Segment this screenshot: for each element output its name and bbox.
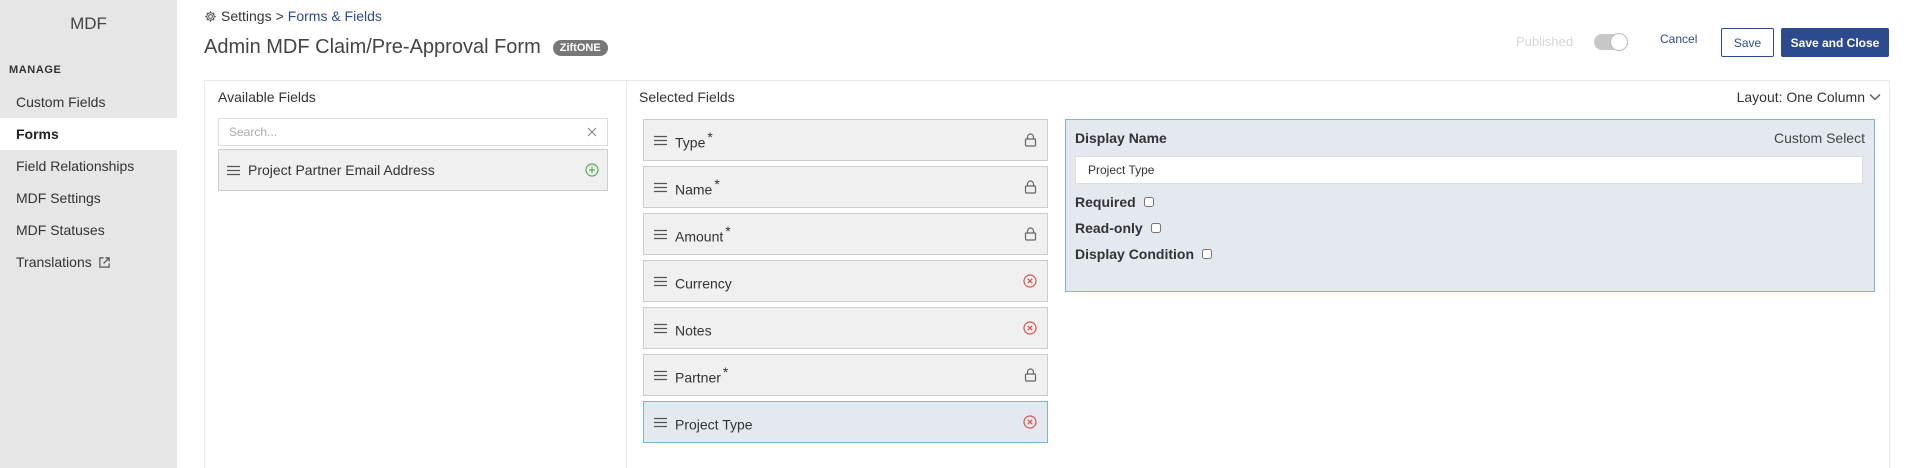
display-name-input[interactable] xyxy=(1075,156,1863,184)
breadcrumb-separator: > xyxy=(275,8,284,24)
field-name: Type xyxy=(675,134,706,151)
remove-icon[interactable] xyxy=(1023,274,1037,288)
display-condition-option: Display Condition xyxy=(1075,245,1865,262)
selected-field-type[interactable]: Type * xyxy=(643,119,1048,161)
selected-field-label: Notes xyxy=(675,317,1023,339)
field-name: Project Type xyxy=(675,416,753,433)
field-name: Name xyxy=(675,181,713,198)
selected-field-project-type[interactable]: Project Type xyxy=(643,401,1048,443)
published-label: Published xyxy=(1516,34,1574,49)
drag-handle-icon[interactable] xyxy=(227,165,240,176)
sidebar-section-manage: MANAGE xyxy=(9,64,62,76)
available-field-label: Project Partner Email Address xyxy=(248,162,435,178)
sidebar-item-label: MDF Settings xyxy=(16,190,101,206)
lock-icon xyxy=(1024,133,1037,147)
readonly-label: Read-only xyxy=(1075,219,1143,236)
display-condition-label: Display Condition xyxy=(1075,245,1194,262)
app-title: MDF xyxy=(70,14,107,33)
selected-fields-list: Type * Name * Amount * Currency Notes Pa… xyxy=(643,119,1048,448)
field-type-label: Custom Select xyxy=(1773,130,1865,146)
lock-icon xyxy=(1024,368,1037,382)
selected-field-label: Project Type xyxy=(675,411,1023,433)
sidebar-item-label: Custom Fields xyxy=(16,94,106,110)
sidebar-item-translations[interactable]: Translations xyxy=(0,246,177,278)
required-asterisk: * xyxy=(725,223,731,240)
breadcrumb-current[interactable]: Forms & Fields xyxy=(288,8,382,24)
field-detail-panel: Display Name Custom Select Required Read… xyxy=(1065,119,1875,292)
required-option: Required xyxy=(1075,193,1865,210)
field-name: Currency xyxy=(675,275,732,292)
selected-field-name[interactable]: Name * xyxy=(643,166,1048,208)
available-field-item[interactable]: Project Partner Email Address xyxy=(218,149,608,191)
search-input[interactable] xyxy=(229,125,587,139)
save-and-close-button[interactable]: Save and Close xyxy=(1781,28,1889,57)
sidebar-item-label: Field Relationships xyxy=(16,158,135,174)
drag-handle-icon[interactable] xyxy=(654,323,667,334)
sidebar-item-label: Forms xyxy=(16,126,59,142)
remove-icon[interactable] xyxy=(1023,415,1037,429)
required-asterisk: * xyxy=(722,364,729,381)
selected-field-label: Type * xyxy=(675,129,1024,151)
sidebar: MDF MANAGE Custom Fields Forms Field Rel… xyxy=(0,0,177,468)
breadcrumb-root[interactable]: Settings xyxy=(221,8,272,24)
required-checkbox[interactable] xyxy=(1143,196,1154,207)
ziftone-badge: ZiftONE xyxy=(552,39,608,56)
search-box xyxy=(218,118,608,146)
sidebar-item-forms[interactable]: Forms xyxy=(0,118,177,150)
selected-field-label: Partner * xyxy=(675,364,1024,386)
selected-field-notes[interactable]: Notes xyxy=(643,307,1048,349)
remove-icon[interactable] xyxy=(1023,321,1037,335)
selected-field-partner[interactable]: Partner * xyxy=(643,354,1048,396)
chevron-down-icon xyxy=(1869,93,1881,101)
sidebar-item-label: MDF Statuses xyxy=(16,222,105,238)
field-name: Notes xyxy=(675,322,712,339)
form-builder-panel: Available Fields Project Partner Email A… xyxy=(204,80,1890,468)
page-title: Admin MDF Claim/Pre-Approval Form ZiftON… xyxy=(204,36,608,59)
add-circle-icon[interactable] xyxy=(585,163,599,177)
lock-icon xyxy=(1024,227,1037,241)
available-fields-label: Available Fields xyxy=(218,89,316,105)
required-label: Required xyxy=(1075,193,1136,210)
selected-fields-label: Selected Fields xyxy=(639,89,735,105)
selected-field-currency[interactable]: Currency xyxy=(643,260,1048,302)
field-name: Amount xyxy=(675,228,724,245)
sidebar-item-custom-fields[interactable]: Custom Fields xyxy=(0,86,177,118)
cancel-button[interactable]: Cancel xyxy=(1660,32,1697,46)
selected-field-label: Amount * xyxy=(675,223,1024,245)
breadcrumb: Settings > Forms & Fields xyxy=(204,8,382,24)
sidebar-item-mdf-settings[interactable]: MDF Settings xyxy=(0,182,177,214)
page-title-text: Admin MDF Claim/Pre-Approval Form xyxy=(204,36,541,58)
save-button[interactable]: Save xyxy=(1721,28,1774,57)
close-icon[interactable] xyxy=(587,127,597,137)
sidebar-item-field-relationships[interactable]: Field Relationships xyxy=(0,150,177,182)
readonly-option: Read-only xyxy=(1075,219,1865,236)
sidebar-item-mdf-statuses[interactable]: MDF Statuses xyxy=(0,214,177,246)
required-asterisk: * xyxy=(714,176,720,193)
drag-handle-icon[interactable] xyxy=(654,276,667,287)
drag-handle-icon[interactable] xyxy=(654,182,667,193)
panel-divider xyxy=(626,81,627,468)
lock-icon xyxy=(1024,180,1037,194)
gear-icon xyxy=(204,10,217,23)
selected-field-label: Name * xyxy=(675,176,1024,198)
sidebar-item-label: Translations xyxy=(16,254,92,270)
selected-field-amount[interactable]: Amount * xyxy=(643,213,1048,255)
field-name: Partner xyxy=(675,369,721,386)
drag-handle-icon[interactable] xyxy=(654,229,667,240)
drag-handle-icon[interactable] xyxy=(654,370,667,381)
toggle-knob xyxy=(1610,33,1628,51)
required-asterisk: * xyxy=(707,129,713,146)
display-condition-checkbox[interactable] xyxy=(1202,248,1212,259)
layout-select-label: Layout: One Column xyxy=(1736,89,1865,105)
drag-handle-icon[interactable] xyxy=(654,135,667,146)
published-toggle[interactable] xyxy=(1594,33,1628,51)
selected-field-label: Currency xyxy=(675,270,1023,292)
layout-select[interactable]: Layout: One Column xyxy=(1737,89,1881,105)
readonly-checkbox[interactable] xyxy=(1150,222,1161,233)
external-link-icon xyxy=(98,256,111,269)
drag-handle-icon[interactable] xyxy=(654,417,667,428)
display-name-label: Display Name xyxy=(1075,130,1167,146)
